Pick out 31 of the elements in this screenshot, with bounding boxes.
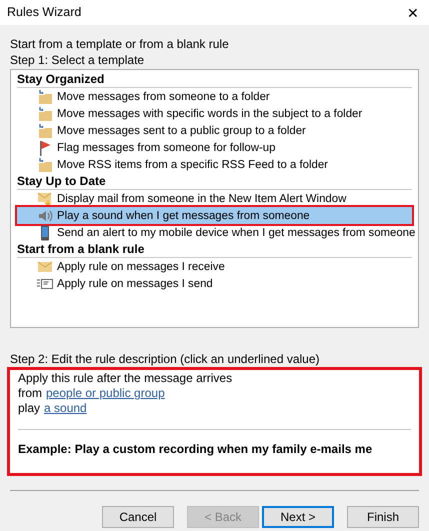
close-button[interactable]: ✕ <box>403 6 423 20</box>
window-title: Rules Wizard <box>7 4 82 22</box>
description-text: Apply this rule after the message arrives <box>18 371 232 386</box>
template-item[interactable]: Flag messages from someone for follow-up <box>17 139 412 156</box>
template-item[interactable]: Move messages with specific words in the subject to a folder <box>17 105 412 122</box>
template-item[interactable]: Move messages from someone to a folder <box>17 88 412 105</box>
intro-text: Start from a template or from a blank rule <box>10 36 230 52</box>
folder-arrow-icon <box>37 106 53 122</box>
template-item[interactable]: Play a sound when I get messages from someone <box>17 207 412 224</box>
template-item[interactable]: Move messages sent to a public group to a folder <box>17 122 412 139</box>
flag-icon <box>37 140 53 156</box>
step-label: Step 1: Select a template <box>10 52 146 68</box>
group-header: Start from a blank rule <box>17 241 412 258</box>
group-header: Stay Organized <box>17 71 412 88</box>
value-link[interactable]: people or public group <box>46 386 165 401</box>
description-text: play <box>18 401 40 416</box>
dialog-button[interactable]: Cancel <box>102 506 174 528</box>
template-item[interactable]: Apply rule on messages I receive <box>17 258 412 275</box>
envelope-icon <box>37 258 53 274</box>
template-item[interactable]: Apply rule on messages I send <box>17 275 412 292</box>
group-header: Stay Up to Date <box>17 173 412 190</box>
dialog-button[interactable]: Finish <box>347 506 419 528</box>
example-text: Example: Play a custom recording when my family e-mails me <box>18 442 372 456</box>
step-label: Step 2: Edit the rule description (click an underlined value) <box>10 351 321 367</box>
value-link[interactable]: a sound <box>44 401 87 416</box>
folder-arrow-icon <box>37 156 53 172</box>
description-text: from <box>18 386 42 401</box>
folder-arrow-icon <box>37 122 53 138</box>
dialog-button[interactable]: Next > <box>262 506 334 528</box>
template-item[interactable]: Move RSS items from a specific RSS Feed to a folder <box>17 156 412 173</box>
folder-arrow-icon <box>37 88 53 104</box>
